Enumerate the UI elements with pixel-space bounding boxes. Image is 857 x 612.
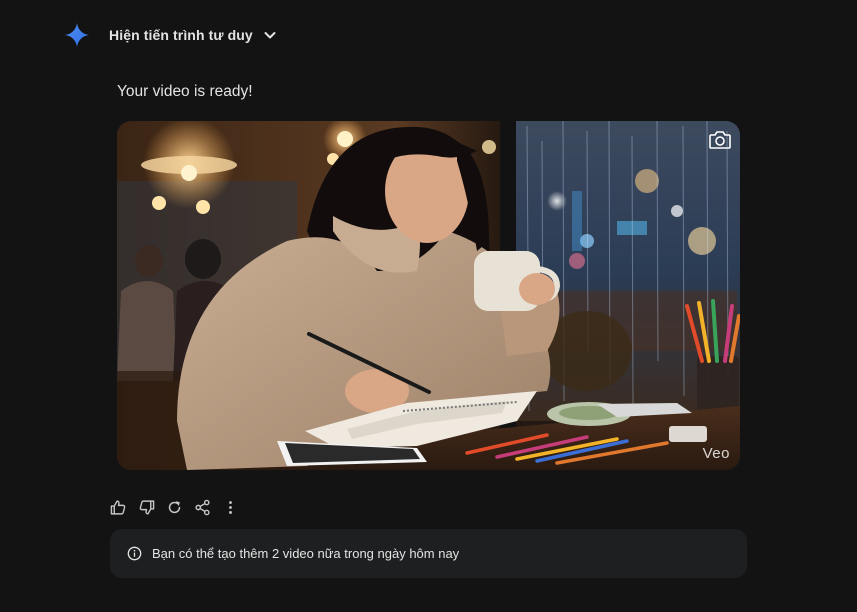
veo-watermark: Veo	[702, 445, 730, 462]
show-thinking-toggle[interactable]: Hiện tiến trình tư duy	[64, 22, 277, 48]
quota-notice: Bạn có thể tạo thêm 2 video nữa trong ng…	[110, 529, 747, 578]
dislike-button[interactable]	[135, 496, 157, 518]
camera-icon[interactable]	[708, 130, 732, 150]
response-actions	[107, 496, 247, 518]
thumbs-up-icon[interactable]	[110, 499, 127, 516]
more-options-button[interactable]	[219, 496, 241, 518]
share-button[interactable]	[191, 496, 213, 518]
chevron-down-icon[interactable]	[263, 28, 277, 42]
like-button[interactable]	[107, 496, 129, 518]
generated-video[interactable]: Veo	[117, 121, 740, 470]
share-icon[interactable]	[194, 499, 211, 516]
quota-notice-text: Bạn có thể tạo thêm 2 video nữa trong ng…	[152, 546, 460, 561]
chat-response: Hiện tiến trình tư duy Your video is rea…	[0, 0, 857, 612]
thumbs-down-icon[interactable]	[138, 499, 155, 516]
regenerate-icon[interactable]	[166, 499, 183, 516]
show-thinking-label[interactable]: Hiện tiến trình tư duy	[109, 27, 253, 43]
response-text: Your video is ready!	[117, 83, 253, 100]
screenshot-button[interactable]	[707, 129, 733, 151]
video-frame	[117, 121, 740, 470]
info-icon	[127, 546, 142, 561]
gemini-spark-icon	[65, 23, 89, 47]
regenerate-button[interactable]	[163, 496, 185, 518]
more-vert-icon[interactable]	[222, 499, 239, 516]
